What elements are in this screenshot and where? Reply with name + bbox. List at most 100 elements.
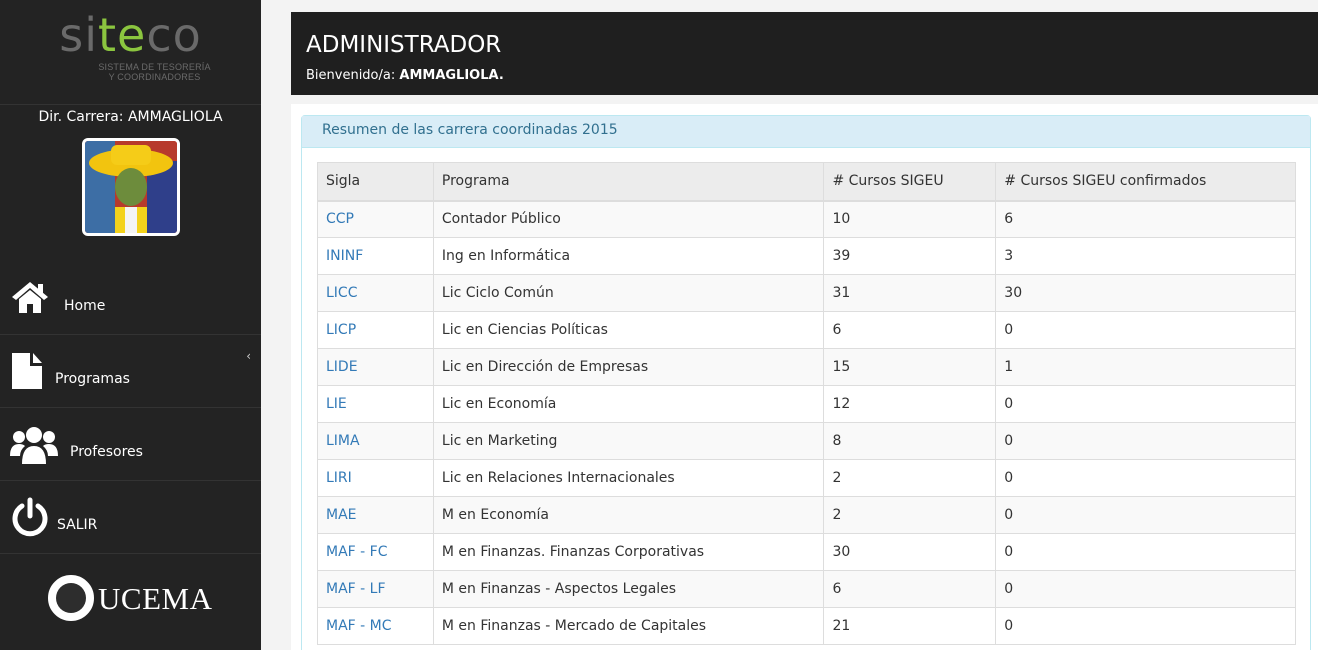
sigla-cell: LIDE (317, 348, 434, 386)
cursos-sigeu-cell: 31 (823, 274, 997, 312)
nav-programas[interactable]: Programas ‹ (0, 335, 261, 408)
cursos-sigeu-cell: 15 (823, 348, 997, 386)
table-row: LIE Lic en Economía 12 0 (317, 385, 1296, 423)
panel-title: Resumen de las carrera coordinadas 2015 (302, 116, 1310, 148)
welcome-text: Bienvenido/a: AMMAGLIOLA. (306, 68, 504, 83)
sigla-cell: LIMA (317, 422, 434, 460)
programa-cell: Lic Ciclo Común (432, 274, 825, 312)
cursos-sigeu-cell: 21 (823, 607, 997, 645)
home-icon (10, 278, 50, 318)
programa-cell: M en Finanzas. Finanzas Corporativas (432, 533, 825, 571)
sigla-cell: LICP (317, 311, 434, 349)
nav-profesores-label: Profesores (70, 444, 143, 460)
programa-cell: Lic en Dirección de Empresas (432, 348, 825, 386)
column-header[interactable]: Sigla (317, 162, 434, 202)
programa-cell: M en Finanzas - Mercado de Capitales (432, 607, 825, 645)
programa-cell: Lic en Economía (432, 385, 825, 423)
programa-cell: Lic en Ciencias Políticas (432, 311, 825, 349)
table-row: CCP Contador Público 10 6 (317, 200, 1296, 238)
sigla-cell: MAF - MC (317, 607, 434, 645)
table-row: MAF - LF M en Finanzas - Aspectos Legales… (317, 570, 1296, 608)
page-header: ADMINISTRADOR Bienvenido/a: AMMAGLIOLA. (291, 12, 1318, 95)
nav-home-label: Home (64, 298, 106, 314)
sigla-cell: LIRI (317, 459, 434, 497)
sigla-link[interactable]: MAF - MC (326, 618, 392, 634)
logo-wordmark: siteco (59, 8, 202, 62)
sigla-link[interactable]: LIE (326, 396, 347, 412)
main-content: Resumen de las carrera coordinadas 2015 … (291, 104, 1318, 650)
sigla-link[interactable]: MAE (326, 507, 357, 523)
cursos-confirmados-cell: 0 (995, 385, 1296, 423)
column-header[interactable]: # Cursos SIGEU confirmados (995, 162, 1296, 202)
table-row: LIMA Lic en Marketing 8 0 (317, 422, 1296, 460)
sigla-cell: LICC (317, 274, 434, 312)
cursos-sigeu-cell: 39 (823, 237, 997, 275)
cursos-confirmados-cell: 3 (995, 237, 1296, 275)
column-header[interactable]: # Cursos SIGEU (823, 162, 997, 202)
chevron-left-icon[interactable]: ‹ (246, 349, 251, 363)
page-title: ADMINISTRADOR (306, 32, 502, 58)
table-row: ININF Ing en Informática 39 3 (317, 237, 1296, 275)
logo-subtitle-2: Y COORDINADORES (108, 72, 201, 82)
users-icon (10, 424, 58, 464)
table-header-row: Sigla Programa # Cursos SIGEU # Cursos S… (317, 162, 1296, 202)
cursos-sigeu-cell: 8 (823, 422, 997, 460)
cursos-confirmados-cell: 0 (995, 607, 1296, 645)
sigla-cell: MAF - LF (317, 570, 434, 608)
table-row: LIRI Lic en Relaciones Internacionales 2 0 (317, 459, 1296, 497)
siteco-logo[interactable]: siteco SISTEMA DE TESORERÍA Y COORDINADO… (0, 0, 261, 105)
column-header[interactable]: Programa (432, 162, 825, 202)
sigla-link[interactable]: LICC (326, 285, 357, 301)
sigla-link[interactable]: CCP (326, 211, 354, 227)
programa-cell: M en Economía (432, 496, 825, 534)
sigla-link[interactable]: MAF - FC (326, 544, 388, 560)
avatar (82, 138, 180, 236)
cursos-confirmados-cell: 0 (995, 459, 1296, 497)
cursos-confirmados-cell: 30 (995, 274, 1296, 312)
cursos-sigeu-cell: 6 (823, 311, 997, 349)
table-row: MAE M en Economía 2 0 (317, 496, 1296, 534)
ucema-logo: UCEMA (0, 555, 261, 650)
sigla-cell: MAF - FC (317, 533, 434, 571)
programa-cell: Ing en Informática (432, 237, 825, 275)
director-label: Dir. Carrera: AMMAGLIOLA (38, 109, 223, 125)
nav-salir-label: SALIR (57, 517, 98, 533)
sigla-link[interactable]: MAF - LF (326, 581, 386, 597)
sigla-cell: MAE (317, 496, 434, 534)
welcome-user: AMMAGLIOLA. (399, 68, 504, 83)
sigla-cell: ININF (317, 237, 434, 275)
nav-programas-label: Programas (55, 371, 130, 387)
cursos-confirmados-cell: 6 (995, 200, 1296, 238)
cursos-sigeu-cell: 6 (823, 570, 997, 608)
sidebar: siteco SISTEMA DE TESORERÍA Y COORDINADO… (0, 0, 261, 650)
programa-cell: M en Finanzas - Aspectos Legales (432, 570, 825, 608)
summary-panel: Resumen de las carrera coordinadas 2015 … (301, 115, 1311, 650)
ucema-wordmark: UCEMA (98, 581, 213, 616)
cursos-sigeu-cell: 12 (823, 385, 997, 423)
table-body: CCP Contador Público 10 6 ININF Ing en Inform… (317, 200, 1296, 645)
programa-cell: Lic en Marketing (432, 422, 825, 460)
table-row: LICP Lic en Ciencias Políticas 6 0 (317, 311, 1296, 349)
nav-home[interactable]: Home (0, 262, 261, 335)
ucema-seal-icon (48, 575, 94, 621)
table-row: LICC Lic Ciclo Común 31 30 (317, 274, 1296, 312)
power-icon (10, 497, 50, 537)
cursos-sigeu-cell: 2 (823, 496, 997, 534)
cursos-confirmados-cell: 0 (995, 311, 1296, 349)
cursos-confirmados-cell: 0 (995, 533, 1296, 571)
sigla-link[interactable]: LIRI (326, 470, 352, 486)
nav-salir[interactable]: SALIR (0, 481, 261, 554)
sigla-link[interactable]: LIMA (326, 433, 360, 449)
table-row: LIDE Lic en Dirección de Empresas 15 1 (317, 348, 1296, 386)
sigla-link[interactable]: ININF (326, 248, 363, 264)
cursos-confirmados-cell: 0 (995, 422, 1296, 460)
cursos-confirmados-cell: 0 (995, 496, 1296, 534)
programa-cell: Lic en Relaciones Internacionales (432, 459, 825, 497)
table-row: MAF - MC M en Finanzas - Mercado de Capit… (317, 607, 1296, 645)
programa-cell: Contador Público (432, 200, 825, 238)
document-icon (10, 351, 50, 391)
cursos-sigeu-cell: 30 (823, 533, 997, 571)
sigla-link[interactable]: LIDE (326, 359, 358, 375)
nav-profesores[interactable]: Profesores (0, 408, 261, 481)
sigla-link[interactable]: LICP (326, 322, 356, 338)
